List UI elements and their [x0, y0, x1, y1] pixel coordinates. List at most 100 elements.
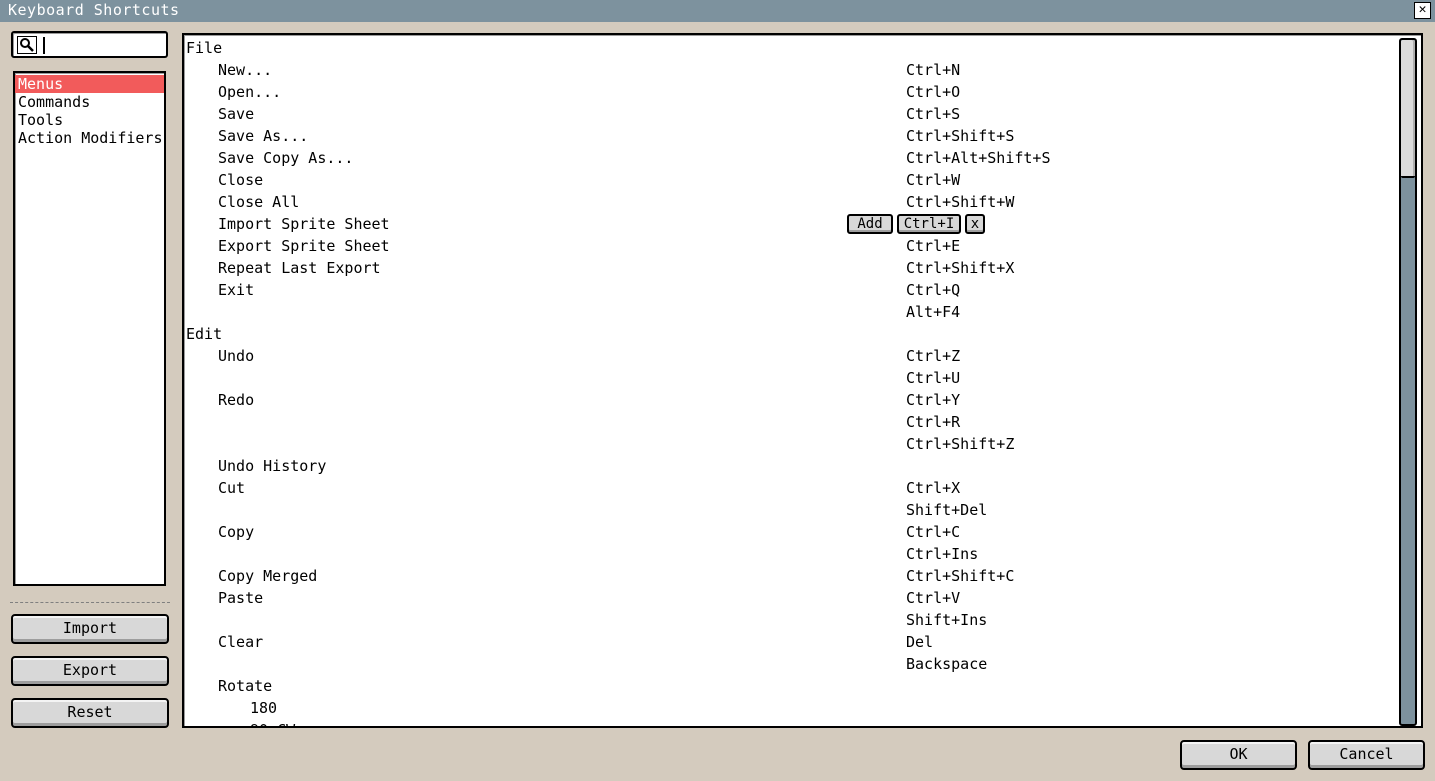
category-item[interactable]: Commands: [15, 93, 164, 111]
reset-button-label: Reset: [67, 703, 113, 721]
shortcut-key-button[interactable]: Ctrl+I: [897, 214, 961, 234]
shortcut-key: Ctrl+Q: [906, 281, 961, 299]
command-label: Undo: [218, 347, 255, 365]
export-button-label: Export: [62, 661, 118, 679]
shortcut-key: Ctrl+Alt+Shift+S: [906, 149, 1051, 167]
shortcut-key: Ctrl+Shift+Z: [906, 435, 1015, 453]
shortcuts-list: File New... Ctrl+N Open... Ctrl+O Save Ctrl+S S…: [182, 33, 1423, 728]
scrollbar-thumb[interactable]: [1401, 40, 1415, 178]
add-shortcut-button[interactable]: Add: [847, 214, 893, 234]
add-shortcut-label: Add: [857, 216, 883, 232]
command-label: Export Sprite Sheet: [218, 237, 390, 255]
shortcut-row[interactable]: Rotate: [184, 675, 1384, 697]
shortcut-row[interactable]: 180: [184, 697, 1384, 719]
shortcut-row[interactable]: Exit Ctrl+Q: [184, 279, 1384, 301]
category-list[interactable]: Menus Commands Tools Action Modifiers: [13, 71, 166, 586]
window-title: Keyboard Shortcuts: [8, 1, 180, 19]
shortcut-key: Ctrl+O: [906, 83, 961, 101]
remove-shortcut-button[interactable]: x: [965, 214, 985, 234]
cancel-button[interactable]: Cancel: [1308, 740, 1425, 770]
shortcut-key: Ctrl+Z: [906, 347, 961, 365]
menu-group-label: Edit: [186, 325, 223, 343]
shortcut-row[interactable]: Alt+F4: [184, 301, 1384, 323]
reset-button[interactable]: Reset: [11, 698, 169, 728]
title-bar: Keyboard Shortcuts ✕: [0, 0, 1435, 22]
ok-button-label: OK: [1229, 745, 1248, 763]
shortcut-row[interactable]: Ctrl+Ins: [184, 543, 1384, 565]
shortcut-key: Ctrl+Y: [906, 391, 961, 409]
command-label: Close All: [218, 193, 300, 211]
command-label: Copy: [218, 523, 255, 541]
shortcut-row[interactable]: Save Ctrl+S: [184, 103, 1384, 125]
shortcut-row[interactable]: Edit: [184, 323, 1384, 345]
shortcut-key: Ctrl+S: [906, 105, 961, 123]
shortcut-row[interactable]: Redo Ctrl+Y: [184, 389, 1384, 411]
ok-button[interactable]: OK: [1180, 740, 1297, 770]
command-label: Save As...: [218, 127, 309, 145]
command-label: Redo: [218, 391, 255, 409]
shortcut-row[interactable]: New... Ctrl+N: [184, 59, 1384, 81]
command-label: Save Copy As...: [218, 149, 354, 167]
cancel-button-label: Cancel: [1339, 745, 1394, 763]
shortcut-key: Ctrl+Shift+S: [906, 127, 1015, 145]
command-label: Open...: [218, 83, 282, 101]
shortcut-key: Ctrl+U: [906, 369, 961, 387]
shortcut-row[interactable]: Ctrl+R: [184, 411, 1384, 433]
command-label: Paste: [218, 589, 264, 607]
shortcut-row[interactable]: Ctrl+Shift+Z: [184, 433, 1384, 455]
shortcut-row[interactable]: Repeat Last Export Ctrl+Shift+X: [184, 257, 1384, 279]
shortcut-row[interactable]: Import Sprite Sheet: [184, 213, 1384, 235]
shortcut-key-label: Ctrl+I: [903, 216, 955, 232]
shortcut-row[interactable]: Cut Ctrl+X: [184, 477, 1384, 499]
command-label: Import Sprite Sheet: [218, 215, 390, 233]
shortcut-row[interactable]: File: [184, 37, 1384, 59]
shortcut-row[interactable]: Export Sprite Sheet Ctrl+E: [184, 235, 1384, 257]
shortcut-row[interactable]: Open... Ctrl+O: [184, 81, 1384, 103]
shortcut-key: Ctrl+Shift+X: [906, 259, 1015, 277]
shortcut-row[interactable]: Undo Ctrl+Z: [184, 345, 1384, 367]
shortcut-key: Ctrl+E: [906, 237, 961, 255]
command-label: 180: [250, 699, 278, 717]
search-icon: [17, 36, 37, 54]
shortcut-row[interactable]: Copy Ctrl+C: [184, 521, 1384, 543]
shortcut-key: Del: [906, 633, 934, 651]
export-button[interactable]: Export: [11, 656, 169, 686]
command-label: Repeat Last Export: [218, 259, 381, 277]
command-label: New...: [218, 61, 273, 79]
import-button[interactable]: Import: [11, 614, 169, 644]
search-input[interactable]: [11, 31, 168, 58]
shortcut-key: Ctrl+Ins: [906, 545, 979, 563]
shortcut-row[interactable]: Ctrl+U: [184, 367, 1384, 389]
shortcut-row[interactable]: Paste Ctrl+V: [184, 587, 1384, 609]
shortcut-row[interactable]: Undo History: [184, 455, 1384, 477]
command-label: Rotate: [218, 677, 273, 695]
shortcut-row[interactable]: Close Ctrl+W: [184, 169, 1384, 191]
shortcut-row[interactable]: 90 CW: [184, 719, 1384, 726]
shortcut-row[interactable]: Save As... Ctrl+Shift+S: [184, 125, 1384, 147]
shortcut-key: Backspace: [906, 655, 988, 673]
shortcut-row[interactable]: Shift+Ins: [184, 609, 1384, 631]
close-icon[interactable]: ✕: [1414, 2, 1431, 19]
shortcut-key: Shift+Del: [906, 501, 988, 519]
command-label: Clear: [218, 633, 264, 651]
separator: [10, 602, 170, 603]
shortcut-key: Ctrl+X: [906, 479, 961, 497]
shortcut-row[interactable]: Backspace: [184, 653, 1384, 675]
shortcut-key: Ctrl+C: [906, 523, 961, 541]
category-item[interactable]: Action Modifiers: [15, 129, 164, 147]
remove-shortcut-label: x: [970, 216, 980, 232]
command-label: Close: [218, 171, 264, 189]
category-item[interactable]: Menus: [15, 75, 164, 93]
vertical-scrollbar[interactable]: [1399, 38, 1417, 726]
category-item[interactable]: Tools: [15, 111, 164, 129]
shortcut-row[interactable]: Close All Ctrl+Shift+W: [184, 191, 1384, 213]
shortcut-row[interactable]: Copy Merged Ctrl+Shift+C: [184, 565, 1384, 587]
shortcut-key: Ctrl+W: [906, 171, 961, 189]
command-label: 90 CW: [250, 719, 295, 726]
shortcut-key: Ctrl+N: [906, 61, 961, 79]
shortcut-key: Ctrl+V: [906, 589, 961, 607]
shortcut-row[interactable]: Shift+Del: [184, 499, 1384, 521]
shortcut-row[interactable]: Clear Del: [184, 631, 1384, 653]
menu-group-label: File: [186, 39, 223, 57]
shortcut-row[interactable]: Save Copy As... Ctrl+Alt+Shift+S: [184, 147, 1384, 169]
